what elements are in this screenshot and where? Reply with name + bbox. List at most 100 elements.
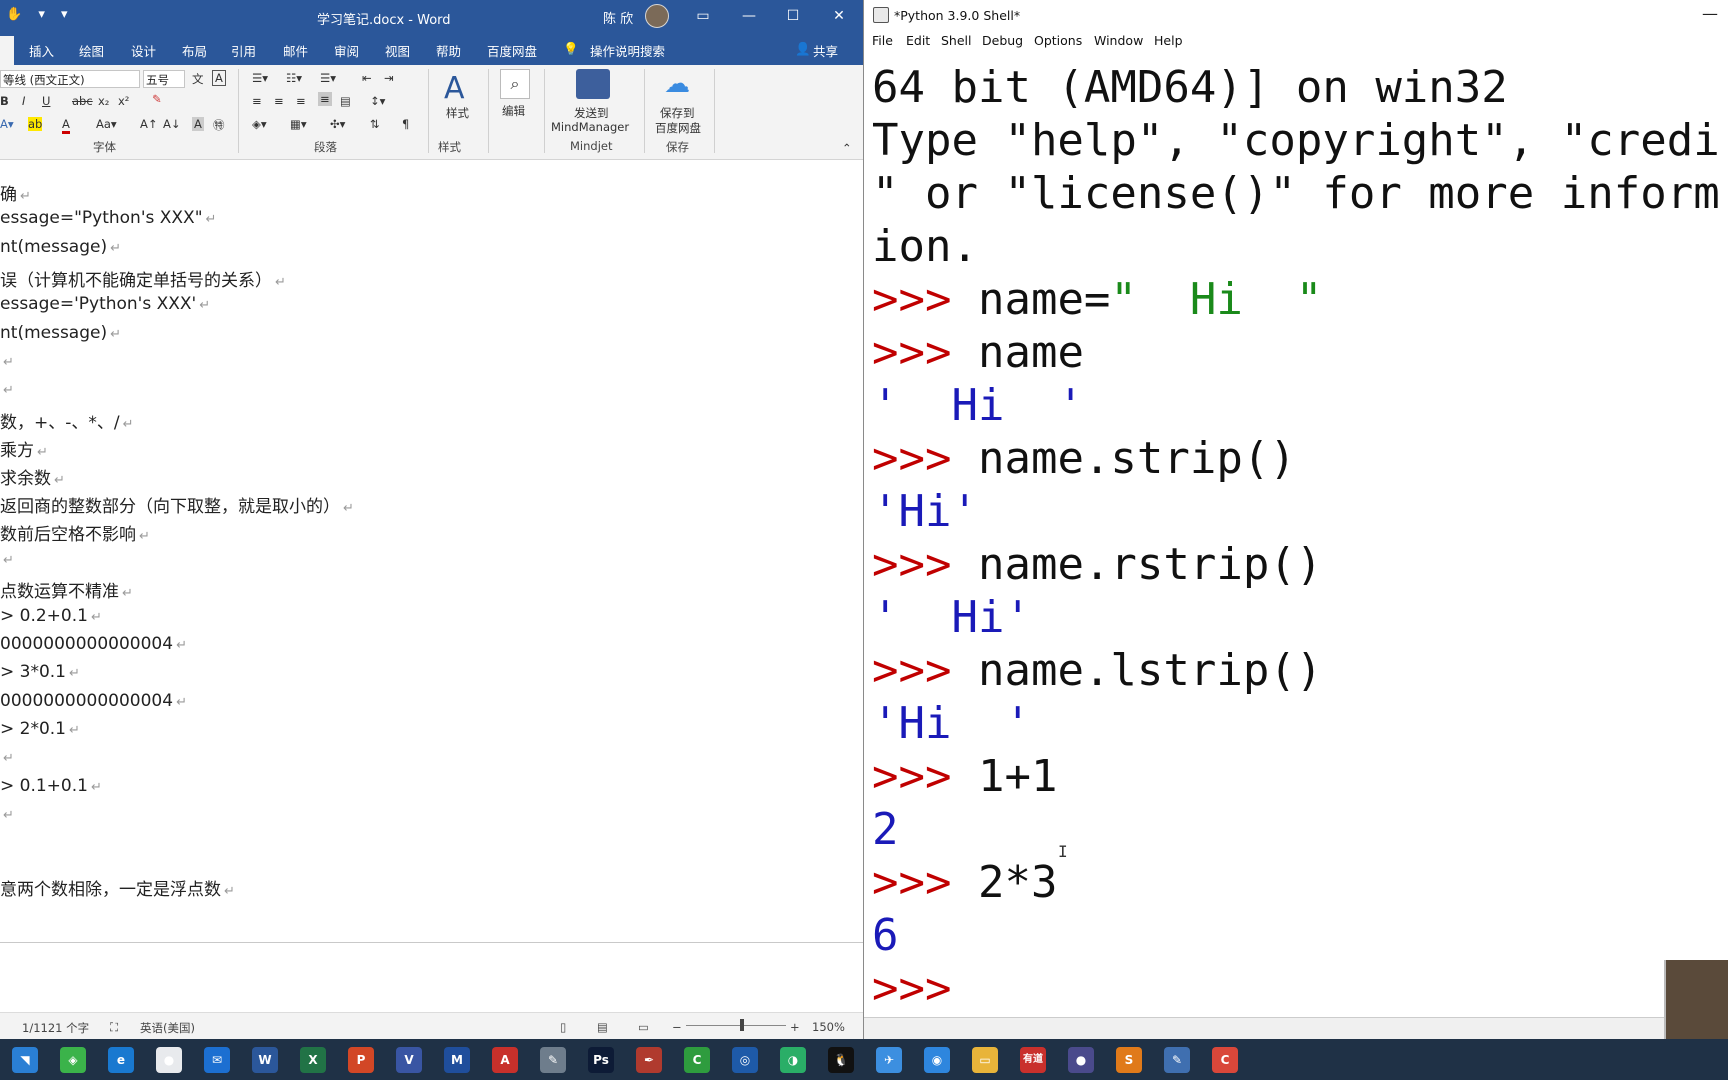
zoom-slider[interactable]: [686, 1025, 786, 1026]
ink-icon[interactable]: ◎: [732, 1047, 758, 1073]
tab-help[interactable]: 帮助: [436, 41, 461, 60]
enclose-char-icon[interactable]: ㊕: [213, 117, 225, 133]
document-line[interactable]: ↵: [0, 379, 14, 399]
document-line[interactable]: > 0.1+0.1 ↵: [0, 776, 102, 796]
pdf-icon[interactable]: A: [492, 1047, 518, 1073]
tab-references[interactable]: 引用: [231, 41, 256, 60]
font-color-icon[interactable]: A: [62, 117, 70, 134]
user-name[interactable]: 陈 欣: [603, 8, 633, 27]
subscript-icon[interactable]: x₂: [98, 94, 109, 108]
document-line[interactable]: 意两个数相除，一定是浮点数 ↵: [0, 875, 235, 900]
multilevel-list-icon[interactable]: ☰▾: [320, 71, 336, 85]
youdao-icon[interactable]: 有道: [1020, 1047, 1046, 1073]
ribbon-display-icon[interactable]: ▭: [690, 4, 716, 28]
camtasia-recorder-icon[interactable]: C: [1212, 1047, 1238, 1073]
superscript-icon[interactable]: x²: [118, 94, 129, 108]
document-line[interactable]: ↵: [0, 804, 14, 824]
web-layout-icon[interactable]: ▭: [638, 1020, 649, 1034]
tab-design[interactable]: 设计: [131, 41, 156, 60]
document-line[interactable]: ↵: [0, 351, 14, 371]
char-shading-icon[interactable]: A: [192, 117, 204, 131]
powerpoint-icon[interactable]: P: [348, 1047, 374, 1073]
zoom-thumb[interactable]: [740, 1019, 744, 1031]
styles-icon[interactable]: A: [444, 71, 465, 106]
menu-file[interactable]: File: [872, 33, 893, 48]
document-line[interactable]: essage='Python's XXX' ↵: [0, 294, 210, 314]
decrease-indent-icon[interactable]: ⇤: [362, 71, 372, 85]
excel-icon[interactable]: X: [300, 1047, 326, 1073]
increase-indent-icon[interactable]: ⇥: [384, 71, 394, 85]
document-line[interactable]: 误（计算机不能确定单括号的关系） ↵: [0, 266, 286, 291]
menu-edit[interactable]: Edit: [906, 33, 930, 48]
document-line[interactable]: 返回商的整数部分（向下取整，就是取小的） ↵: [0, 492, 354, 517]
folder-icon[interactable]: ▭: [972, 1047, 998, 1073]
tab-home-partial[interactable]: [0, 36, 14, 65]
python-icon[interactable]: ✎: [1164, 1047, 1190, 1073]
font-size-select[interactable]: 五号: [143, 70, 185, 88]
mindjet-label-2[interactable]: MindManager: [551, 120, 629, 134]
italic-icon[interactable]: I: [22, 94, 25, 108]
change-case-icon[interactable]: Aa▾: [96, 117, 117, 131]
tab-draw[interactable]: 绘图: [79, 41, 104, 60]
collapse-ribbon-icon[interactable]: ⌃: [842, 141, 852, 155]
menu-help[interactable]: Help: [1154, 33, 1183, 48]
tab-view[interactable]: 视图: [385, 41, 410, 60]
split-divider[interactable]: [0, 942, 863, 943]
document-line[interactable]: > 0.2+0.1 ↵: [0, 606, 102, 626]
distributed-icon[interactable]: ▤: [340, 94, 351, 108]
chrome-icon[interactable]: ●: [156, 1047, 182, 1073]
tell-me-search[interactable]: 操作说明搜索: [590, 41, 665, 60]
mindmanager-send-icon[interactable]: [576, 69, 610, 99]
wechat-icon[interactable]: ◑: [780, 1047, 806, 1073]
quick-access-icons[interactable]: ✋ ▾ ▾: [6, 7, 74, 22]
menu-options[interactable]: Options: [1034, 33, 1082, 48]
close-icon[interactable]: ✕: [826, 4, 852, 28]
word-icon[interactable]: W: [252, 1047, 278, 1073]
tab-review[interactable]: 审阅: [334, 41, 359, 60]
styles-label[interactable]: 样式: [446, 105, 469, 121]
bullets-icon[interactable]: ☰▾: [252, 71, 268, 85]
highlight-icon[interactable]: ab: [28, 117, 43, 131]
chinese-layout-icon[interactable]: ✣▾: [330, 117, 345, 131]
line-spacing-icon[interactable]: ↕▾: [370, 94, 385, 108]
dingtalk-icon[interactable]: ✈: [876, 1047, 902, 1073]
document-line[interactable]: 点数运算不精准 ↵: [0, 577, 133, 602]
shading-icon[interactable]: ◈▾: [252, 117, 267, 131]
grow-font-icon[interactable]: A↑: [140, 117, 158, 131]
notes-icon[interactable]: ✎: [540, 1047, 566, 1073]
document-line[interactable]: 0000000000000004 ↵: [0, 634, 187, 654]
document-line[interactable]: nt(message) ↵: [0, 323, 121, 343]
strikethrough-icon[interactable]: abc: [72, 94, 93, 108]
shrink-font-icon[interactable]: A↓: [163, 117, 181, 131]
maximize-icon[interactable]: ☐: [780, 4, 806, 28]
show-marks-icon[interactable]: ¶: [402, 117, 409, 131]
baidu-label-2[interactable]: 百度网盘: [655, 120, 701, 136]
document-line[interactable]: ↵: [0, 549, 14, 569]
read-mode-icon[interactable]: ▯: [560, 1020, 566, 1034]
sublime-icon[interactable]: S: [1116, 1047, 1142, 1073]
align-center-icon[interactable]: ≡: [274, 94, 284, 108]
proofing-icon[interactable]: ⛶: [110, 1020, 118, 1035]
photoshop-icon[interactable]: Ps: [588, 1047, 614, 1073]
document-line[interactable]: 乘方 ↵: [0, 436, 48, 461]
edit-label[interactable]: 编辑: [502, 103, 525, 119]
zoom-level[interactable]: 150%: [812, 1020, 845, 1034]
menu-debug[interactable]: Debug: [982, 33, 1023, 48]
eclipse-icon[interactable]: ●: [1068, 1047, 1094, 1073]
bold-icon[interactable]: B: [0, 94, 9, 108]
menu-window[interactable]: Window: [1094, 33, 1143, 48]
zoom-in-icon[interactable]: +: [790, 1020, 800, 1034]
mindjet-label-1[interactable]: 发送到: [574, 105, 609, 121]
baidu-label-1[interactable]: 保存到: [660, 105, 695, 121]
char-border-icon[interactable]: A: [212, 70, 226, 86]
cortana-icon[interactable]: ◈: [60, 1047, 86, 1073]
document-line[interactable]: > 3*0.1 ↵: [0, 662, 80, 682]
text-effects-icon[interactable]: A▾: [0, 117, 14, 131]
python-feather-icon[interactable]: ✒: [636, 1047, 662, 1073]
share-button[interactable]: 共享: [813, 41, 838, 60]
sort-icon[interactable]: ⇅: [370, 117, 380, 131]
baidu-cloud-icon[interactable]: ☁: [664, 69, 690, 99]
align-left-icon[interactable]: ≡: [252, 94, 262, 108]
document-line[interactable]: 确 ↵: [0, 180, 31, 205]
browser-icon[interactable]: ◉: [924, 1047, 950, 1073]
